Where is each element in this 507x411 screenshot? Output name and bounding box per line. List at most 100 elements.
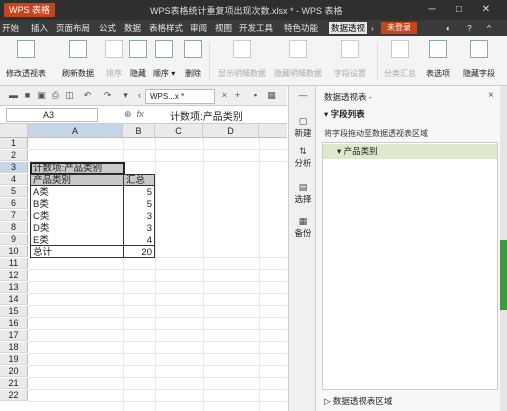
row-header[interactable]: 15 bbox=[0, 306, 28, 317]
field-list-section[interactable]: ▾ 字段列表 bbox=[324, 108, 365, 120]
column-header-e[interactable] bbox=[259, 124, 287, 138]
pivot-item-value[interactable]: 3 bbox=[124, 211, 154, 222]
field-item-product-category[interactable]: ▾ 产品类别 bbox=[323, 144, 497, 159]
menu-page-layout[interactable]: 页面布局 bbox=[56, 22, 90, 34]
pivot-grand-total-value[interactable]: 20 bbox=[124, 247, 154, 258]
row-header[interactable]: 21 bbox=[0, 378, 28, 389]
wps-app-button[interactable]: WPS 表格 bbox=[4, 3, 56, 17]
sidebar-item-select[interactable]: ▤ 选择 bbox=[289, 182, 317, 205]
sidebar-item-backup[interactable]: ▦ 备份 bbox=[289, 216, 317, 239]
menu-formula[interactable]: 公式 bbox=[99, 22, 116, 34]
row-header[interactable]: 6 bbox=[0, 198, 28, 209]
help-icon[interactable]: ? bbox=[467, 22, 472, 34]
sidebar-item-analyze[interactable]: ⇅ 分析 bbox=[289, 146, 317, 169]
print-icon[interactable]: ⎙ bbox=[50, 90, 61, 101]
column-header-d[interactable]: D bbox=[203, 124, 259, 138]
pivot-item-label[interactable]: C类 bbox=[31, 211, 51, 222]
new-tab-icon[interactable]: + bbox=[232, 90, 243, 101]
row-header[interactable]: 10 bbox=[0, 246, 28, 257]
hide-fields-button[interactable]: 隐藏字段 bbox=[463, 40, 495, 79]
column-header-a[interactable]: A bbox=[28, 124, 123, 138]
row-header[interactable]: 5 bbox=[0, 186, 28, 197]
export-pdf-icon[interactable]: ▣ bbox=[36, 90, 47, 101]
redo-icon[interactable]: ↷ bbox=[102, 90, 113, 101]
pivot-item-value[interactable]: 3 bbox=[124, 223, 154, 234]
pivot-item-value[interactable]: 5 bbox=[124, 199, 154, 210]
tab-scroll-left-icon[interactable]: ‹ bbox=[134, 90, 145, 101]
pivot-row-label-header[interactable]: 产品类别 bbox=[31, 175, 73, 186]
refresh-data-button[interactable]: 刷新数据 bbox=[62, 40, 94, 79]
row-header[interactable]: 11 bbox=[0, 258, 28, 269]
row-header[interactable]: 19 bbox=[0, 354, 28, 365]
row-header[interactable]: 16 bbox=[0, 318, 28, 329]
sidebar-collapse[interactable]: — bbox=[289, 90, 317, 100]
row-header[interactable]: 17 bbox=[0, 330, 28, 341]
close-tab-icon[interactable]: × bbox=[219, 90, 230, 101]
undo-icon[interactable]: ↶ bbox=[82, 90, 93, 101]
row-header[interactable]: 12 bbox=[0, 270, 28, 281]
sidebar-item-new[interactable]: ▢ 新建 bbox=[289, 116, 317, 139]
field-settings-button[interactable]: 字段设置 bbox=[334, 40, 366, 79]
menu-features[interactable]: 特色功能 bbox=[284, 22, 318, 34]
layout-icon[interactable]: ▦ bbox=[266, 90, 277, 101]
row-header[interactable]: 14 bbox=[0, 294, 28, 305]
pivot-item-value[interactable]: 5 bbox=[124, 187, 154, 198]
row-header[interactable]: 4 bbox=[0, 174, 28, 185]
panel-scrollbar-thumb[interactable] bbox=[500, 240, 507, 310]
menu-developer[interactable]: 开发工具 bbox=[239, 22, 273, 34]
column-header-b[interactable]: B bbox=[123, 124, 155, 138]
select-all-corner[interactable] bbox=[0, 124, 28, 138]
hide-button[interactable]: 隐藏 bbox=[129, 40, 147, 79]
row-header[interactable]: 2 bbox=[0, 150, 28, 161]
fx-icon[interactable]: fx bbox=[137, 109, 144, 119]
minimize-icon[interactable]: ─ bbox=[425, 3, 439, 17]
subtotal-button[interactable]: 分类汇总 bbox=[384, 40, 416, 79]
menu-review[interactable]: 审阅 bbox=[190, 22, 207, 34]
pivot-item-label[interactable]: D类 bbox=[31, 223, 51, 234]
order-dropdown[interactable]: 顺序 ▾ bbox=[153, 40, 175, 79]
tab-list-icon[interactable]: ▪ bbox=[250, 90, 261, 101]
close-panel-icon[interactable]: × bbox=[488, 90, 494, 101]
checkbox-icon[interactable]: ▾ bbox=[337, 146, 341, 156]
show-detail-button[interactable]: 显示明细数据 bbox=[218, 40, 266, 79]
pivot-total-header[interactable]: 汇总 bbox=[124, 175, 147, 186]
print-preview-icon[interactable]: ◫ bbox=[64, 90, 75, 101]
zoom-icon[interactable]: ⊕ bbox=[124, 109, 132, 119]
collapse-ribbon-icon[interactable]: ^ bbox=[487, 22, 491, 34]
menu-view[interactable]: 视图 bbox=[215, 22, 232, 34]
modify-pivot-button[interactable]: 修改透视表 bbox=[6, 40, 46, 79]
pivot-item-label[interactable]: A类 bbox=[31, 187, 51, 198]
login-button[interactable]: 未登录 bbox=[381, 22, 417, 34]
hide-detail-button[interactable]: 隐藏明细数据 bbox=[274, 40, 322, 79]
pivot-item-label[interactable]: B类 bbox=[31, 199, 51, 210]
pivot-item-value[interactable]: 4 bbox=[124, 235, 154, 246]
skin-icon[interactable]: ◐ bbox=[446, 22, 451, 34]
row-header[interactable]: 20 bbox=[0, 366, 28, 377]
sort-button[interactable]: 排序 bbox=[105, 40, 123, 79]
more-icon[interactable]: ▾ bbox=[120, 90, 131, 101]
row-header[interactable]: 1 bbox=[0, 138, 28, 149]
menu-insert[interactable]: 插入 bbox=[31, 22, 48, 34]
open-folder-icon[interactable]: ▬ bbox=[8, 90, 19, 101]
row-header[interactable]: 9 bbox=[0, 234, 28, 245]
row-header[interactable]: 7 bbox=[0, 210, 28, 221]
menu-pivot-table[interactable]: 数据透视 bbox=[329, 22, 368, 34]
pivot-item-label[interactable]: E类 bbox=[31, 235, 51, 246]
column-header-c[interactable]: C bbox=[155, 124, 203, 138]
menu-table-style[interactable]: 表格样式 bbox=[149, 22, 183, 34]
menu-home[interactable]: 开始 bbox=[2, 22, 19, 34]
row-header[interactable]: 13 bbox=[0, 282, 28, 293]
row-header[interactable]: 22 bbox=[0, 390, 28, 401]
row-header[interactable]: 3 bbox=[0, 162, 28, 173]
chevron-right-icon[interactable]: › bbox=[371, 22, 374, 34]
menu-data[interactable]: 数据 bbox=[124, 22, 141, 34]
pivot-grand-total-label[interactable]: 总计 bbox=[31, 247, 54, 258]
pivot-areas-section[interactable]: ▷ 数据透视表区域 bbox=[324, 395, 392, 407]
delete-button[interactable]: 删除 bbox=[184, 40, 202, 79]
pivot-count-header[interactable]: 计数项:产品类别 bbox=[31, 163, 104, 174]
table-options-button[interactable]: 表选项 bbox=[426, 40, 450, 79]
spreadsheet-grid[interactable]: A B C D 1 2 3 4 5 6 7 8 9 10 11 12 13 14… bbox=[0, 124, 287, 411]
maximize-icon[interactable]: □ bbox=[452, 3, 466, 17]
panel-title[interactable]: 数据透视表 - bbox=[324, 91, 372, 103]
document-tab[interactable]: WPS...x * bbox=[145, 89, 215, 104]
